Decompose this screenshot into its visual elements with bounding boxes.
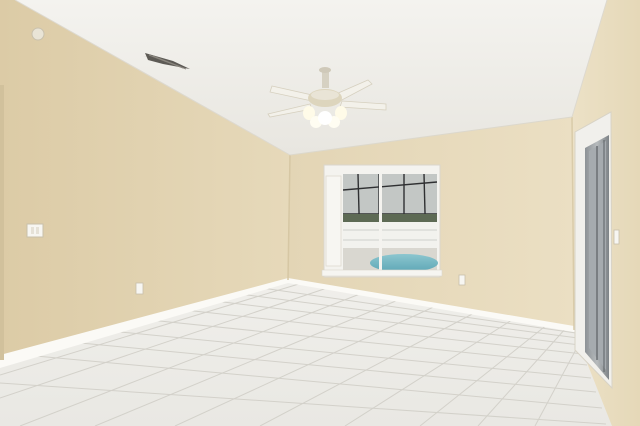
window-blind: [325, 175, 342, 267]
room-photo: [0, 0, 640, 426]
wall-outlet-back: [458, 274, 466, 286]
wall-outlet-left: [135, 282, 144, 295]
fan-light: [318, 111, 332, 125]
left-door-frame: [0, 85, 4, 360]
smoke-detector: [31, 27, 45, 41]
sliding-door: [574, 111, 613, 390]
window: [321, 164, 443, 278]
light-switch: [26, 223, 44, 238]
window-sill: [321, 269, 443, 277]
wall-outlet-right: [613, 229, 620, 245]
